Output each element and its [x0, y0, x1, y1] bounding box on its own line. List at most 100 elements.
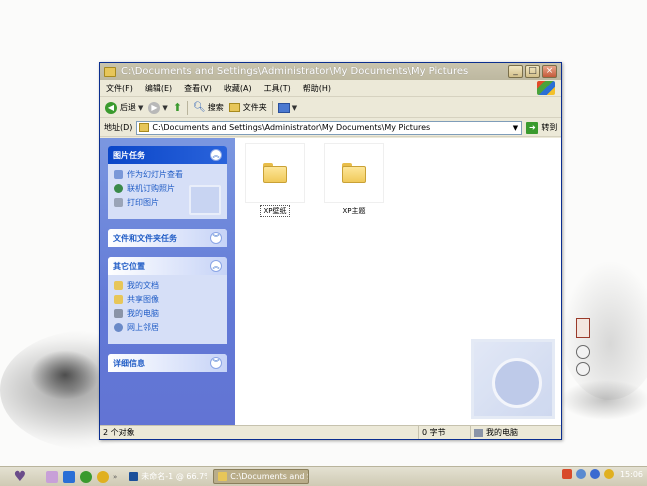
details-title: 详细信息: [113, 358, 145, 368]
place-my-documents[interactable]: 我的文档: [114, 280, 221, 291]
back-label: 后退: [120, 103, 136, 112]
minimize-button[interactable]: _: [508, 65, 523, 78]
other-places-header[interactable]: 其它位置 ︽: [108, 257, 227, 275]
tray-globe-icon[interactable]: [589, 469, 600, 479]
close-button[interactable]: ×: [542, 65, 557, 78]
picture-tasks-panel: 图片任务 ︽ 作为幻灯片查看 联机订购照片 打印图片: [108, 146, 227, 219]
place-my-documents-label: 我的文档: [127, 281, 159, 290]
collapse-chevron-icon[interactable]: ︽: [210, 149, 222, 161]
expand-chevron-icon[interactable]: ︾: [210, 232, 222, 244]
pictures-watermark-icon: [189, 185, 221, 215]
task-slideshow[interactable]: 作为幻灯片查看: [114, 169, 221, 180]
back-arrow-icon: ◀: [105, 101, 117, 114]
search-label: 搜索: [207, 103, 224, 112]
slideshow-icon: [114, 170, 123, 179]
menu-file[interactable]: 文件(F): [100, 83, 139, 94]
folder-item-xp-themes[interactable]: XP主题: [324, 143, 384, 216]
other-places-title: 其它位置: [113, 261, 145, 271]
status-size: 0 字节: [418, 426, 470, 439]
red-seal-stamp: [576, 318, 590, 338]
window-controls: _ □ ×: [508, 65, 557, 78]
views-icon: [277, 102, 290, 113]
browser-icon[interactable]: [80, 470, 92, 483]
menu-help[interactable]: 帮助(H): [297, 83, 337, 94]
search-button[interactable]: 🔍︎ 搜索: [193, 102, 224, 113]
place-shared-pictures-label: 共享图像: [127, 295, 159, 304]
taskbar-button-explorer[interactable]: C:\Documents and S...: [213, 469, 310, 484]
place-network[interactable]: 网上邻居: [114, 322, 221, 333]
taskbar-button-label: 未命名-1 @ 66.7%...: [141, 472, 207, 481]
computer-icon: [474, 428, 483, 437]
maximize-button[interactable]: □: [525, 65, 540, 78]
task-order-prints-label: 联机订购照片: [127, 184, 175, 193]
network-icon: [114, 323, 123, 332]
task-slideshow-label: 作为幻灯片查看: [127, 170, 183, 179]
folders-label: 文件夹: [242, 103, 267, 112]
window-title: C:\Documents and Settings\Administrator\…: [121, 66, 469, 77]
folders-button[interactable]: 文件夹: [228, 102, 267, 113]
start-button[interactable]: ♥: [8, 469, 32, 485]
details-header[interactable]: 详细信息 ︾: [108, 354, 227, 372]
tray-media-icon[interactable]: [603, 469, 614, 479]
picture-tasks-header[interactable]: 图片任务 ︽: [108, 146, 227, 164]
place-my-computer[interactable]: 我的电脑: [114, 308, 221, 319]
menu-edit[interactable]: 编辑(E): [139, 83, 178, 94]
address-dropdown-icon[interactable]: ▼: [509, 121, 522, 134]
tray-network-icon[interactable]: [575, 469, 586, 479]
taskbar: ♥ » 未命名-1 @ 66.7%... C:\Documents and S.…: [0, 466, 647, 486]
quicklaunch-icon[interactable]: [46, 470, 58, 483]
up-button[interactable]: ⬆: [173, 101, 182, 114]
show-desktop-icon[interactable]: [63, 470, 75, 483]
heart-start-icon: ♥: [13, 468, 27, 485]
ink-wash-right: [560, 260, 647, 400]
details-panel: 详细信息 ︾: [108, 354, 227, 372]
title-bar[interactable]: C:\Documents and Settings\Administrator\…: [100, 63, 561, 80]
file-tasks-panel: 文件和文件夹任务 ︾: [108, 229, 227, 247]
expand-chevron-icon[interactable]: ︾: [210, 357, 222, 369]
computer-icon: [114, 309, 123, 318]
taskbar-button-photoshop[interactable]: 未命名-1 @ 66.7%...: [125, 469, 207, 484]
status-location: 我的电脑: [470, 426, 561, 439]
round-seal-1: [576, 345, 590, 359]
taskbar-button-label: C:\Documents and S...: [230, 472, 308, 481]
folder-icon: [218, 472, 228, 481]
views-button[interactable]: ▼: [277, 102, 297, 113]
go-button[interactable]: ➜ 转到: [526, 121, 557, 134]
picture-tasks-title: 图片任务: [113, 150, 145, 160]
clock: 15:06: [619, 469, 643, 479]
folder-icon: [104, 66, 116, 77]
status-object-count: 2 个对象: [103, 428, 135, 437]
menu-tools[interactable]: 工具(T): [258, 83, 297, 94]
menu-view[interactable]: 查看(V): [178, 83, 218, 94]
file-tasks-header[interactable]: 文件和文件夹任务 ︾: [108, 229, 227, 247]
menu-favorites[interactable]: 收藏(A): [218, 83, 258, 94]
my-pictures-watermark-icon: [471, 339, 555, 419]
folder-label: XP壁纸: [260, 205, 290, 217]
forward-arrow-icon: ▶: [148, 101, 161, 114]
collapse-chevron-icon[interactable]: ︽: [210, 260, 222, 272]
go-arrow-icon: ➜: [526, 121, 539, 134]
address-input[interactable]: C:\Documents and Settings\Administrator\…: [136, 120, 523, 135]
round-seal-2: [576, 362, 590, 376]
search-icon: 🔍︎: [193, 102, 206, 113]
quicklaunch-chevron-icon[interactable]: »: [113, 473, 117, 481]
status-bar: 2 个对象 0 字节 我的电脑: [100, 425, 561, 439]
forward-button[interactable]: ▶ ▼: [148, 101, 168, 114]
content-area: 图片任务 ︽ 作为幻灯片查看 联机订购照片 打印图片 文件和文件夹任务 ︾ 其它…: [100, 138, 561, 425]
forward-dropdown-icon[interactable]: ▼: [162, 104, 167, 112]
back-dropdown-icon[interactable]: ▼: [138, 104, 143, 112]
ink-cat-shape: [30, 350, 100, 400]
media-icon[interactable]: [97, 470, 109, 483]
folder-item-xp-wallpaper[interactable]: XP壁纸: [245, 143, 305, 217]
back-button[interactable]: ◀ 后退 ▼: [105, 101, 143, 114]
file-thumbnail: [245, 143, 305, 203]
ink-grass-right: [560, 380, 647, 420]
windows-logo-icon: [537, 81, 555, 95]
address-value: C:\Documents and Settings\Administrator\…: [152, 123, 431, 132]
file-list[interactable]: XP壁纸 XP主题: [235, 138, 561, 425]
folders-icon: [228, 103, 240, 112]
place-shared-pictures[interactable]: 共享图像: [114, 294, 221, 305]
toolbar-separator: [271, 100, 273, 115]
globe-icon: [114, 184, 123, 193]
tray-app-icon[interactable]: [561, 469, 572, 479]
